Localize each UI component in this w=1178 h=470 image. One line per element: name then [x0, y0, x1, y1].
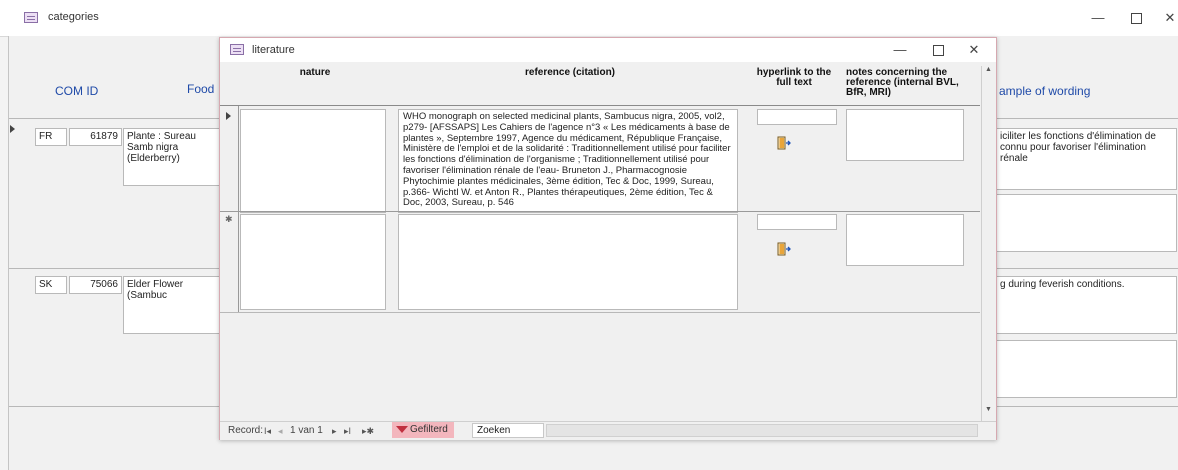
- form-icon: [230, 44, 244, 55]
- scroll-down-icon[interactable]: ▼: [982, 406, 995, 413]
- record-selector-arrow-icon: [10, 125, 15, 133]
- column-header-notes: notes concerning the reference (internal…: [846, 67, 959, 98]
- example-wording-field[interactable]: g during feverish conditions.: [997, 276, 1177, 334]
- column-header-nature: nature: [299, 67, 331, 78]
- close-button[interactable]: ✕: [1162, 8, 1178, 28]
- open-hyperlink-icon[interactable]: [777, 242, 791, 259]
- scroll-up-icon[interactable]: ▲: [982, 66, 995, 73]
- header-food: Food: [187, 82, 215, 96]
- literature-window: literature — ✕ nature reference (citatio…: [219, 37, 997, 440]
- com-id-field[interactable]: 75066: [69, 276, 122, 294]
- reference-field-new[interactable]: [398, 214, 738, 310]
- form-icon: [24, 12, 38, 23]
- first-record-button[interactable]: I◂: [264, 423, 271, 439]
- outer-title-bar: categories — ✕: [0, 0, 1178, 37]
- maximize-icon: [932, 45, 944, 56]
- food-field[interactable]: Plante : Sureau Samb nigra (Elderberry): [123, 128, 221, 186]
- example-wording-field[interactable]: iciliter les fonctions d'élimination de …: [997, 128, 1177, 190]
- filter-funnel-icon: [396, 426, 408, 433]
- hyperlink-field[interactable]: [757, 109, 837, 125]
- previous-record-button[interactable]: ◂: [278, 423, 283, 439]
- hyperlink-field-new[interactable]: [757, 214, 837, 230]
- inner-window-title: literature: [252, 44, 295, 56]
- record-navigation-bar: Record: I◂ ◂ 1 van 1 ▸ ▸I ▸✱ Gefilterd Z…: [220, 421, 996, 440]
- row-divider: [220, 312, 980, 313]
- filter-label: Gefilterd: [410, 424, 448, 435]
- notes-field[interactable]: [846, 109, 964, 161]
- notes-field-new[interactable]: [846, 214, 964, 266]
- country-field[interactable]: SK: [35, 276, 67, 294]
- outer-window-title: categories: [48, 11, 99, 23]
- nature-field-new[interactable]: [240, 214, 386, 310]
- com-id-field[interactable]: 61879: [69, 128, 122, 146]
- inner-close-button[interactable]: ✕: [962, 40, 986, 60]
- header-example-wording: ample of wording: [999, 84, 1091, 98]
- last-record-button[interactable]: ▸I: [344, 423, 351, 439]
- search-input[interactable]: Zoeken: [472, 423, 544, 438]
- record-label: Record:: [228, 425, 264, 436]
- nature-field[interactable]: [240, 109, 386, 213]
- food-field[interactable]: Elder Flower (Sambuc: [123, 276, 221, 334]
- row-divider: [220, 211, 980, 212]
- record-selector-column: [220, 106, 239, 312]
- maximize-icon: [1130, 13, 1142, 24]
- horizontal-scrollbar[interactable]: [546, 424, 978, 437]
- open-hyperlink-icon[interactable]: [777, 136, 791, 153]
- country-field[interactable]: FR: [35, 128, 67, 146]
- current-record-arrow-icon: [226, 112, 231, 120]
- example-wording-field-2[interactable]: [997, 340, 1177, 398]
- column-header-reference: reference (citation): [524, 67, 616, 78]
- inner-maximize-button[interactable]: [926, 40, 950, 60]
- header-com-id: COM ID: [55, 84, 99, 98]
- inner-title-bar: literature — ✕: [220, 38, 996, 62]
- reference-field[interactable]: WHO monograph on selected medicinal plan…: [398, 109, 738, 213]
- new-record-icon: ✱: [225, 214, 233, 224]
- minimize-button[interactable]: —: [1086, 8, 1110, 28]
- maximize-button[interactable]: [1124, 8, 1148, 28]
- record-position[interactable]: 1 van 1: [290, 423, 323, 439]
- column-header-hyperlink: hyperlink to the full text: [756, 67, 832, 88]
- vertical-scrollbar[interactable]: ▲ ▼: [981, 66, 995, 421]
- new-record-button[interactable]: ▸✱: [362, 423, 374, 439]
- inner-minimize-button[interactable]: —: [888, 40, 912, 60]
- header-row-divider: [220, 105, 980, 106]
- filter-toggle[interactable]: Gefilterd: [392, 422, 454, 438]
- example-wording-field-2[interactable]: [997, 194, 1177, 252]
- next-record-button[interactable]: ▸: [332, 423, 337, 439]
